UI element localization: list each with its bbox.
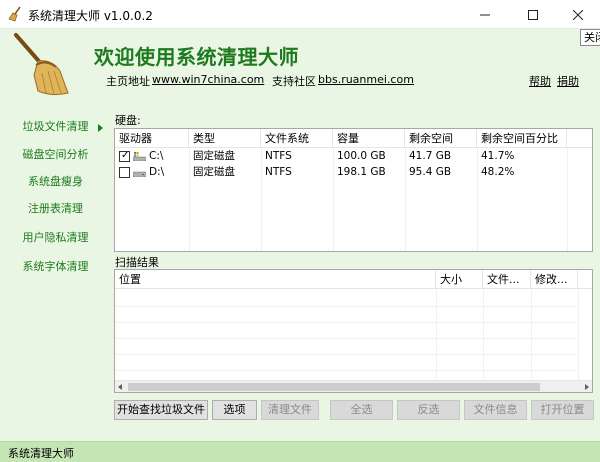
table-row[interactable]: ✓ C:\ 固定磁盘 NTFS 100.0 GB 41.7 GB 41.7% bbox=[115, 149, 592, 164]
disk-list[interactable]: 驱动器 类型 文件系统 容量 剩余空间 剩余空间百分比 ✓ C:\ 固定磁盘 N… bbox=[114, 128, 593, 252]
clean-files-button[interactable]: 清理文件 bbox=[261, 400, 319, 420]
sidebar-item-label: 磁盘空间分析 bbox=[22, 148, 89, 161]
grid-line bbox=[115, 306, 578, 307]
chevron-right-icon bbox=[98, 124, 103, 132]
grid-line bbox=[115, 338, 578, 339]
capacity-cell: 100.0 GB bbox=[337, 150, 386, 162]
drive-cell: C:\ bbox=[149, 150, 164, 162]
column-header-modified[interactable]: 修改... bbox=[531, 270, 578, 289]
community-link[interactable]: bbs.ruanmei.com bbox=[318, 73, 414, 86]
status-bar: 系统清理大师 bbox=[0, 441, 600, 462]
column-header-type[interactable]: 类型 bbox=[189, 129, 261, 148]
homepage-link[interactable]: www.win7china.com bbox=[152, 73, 264, 86]
help-link[interactable]: 帮助 bbox=[529, 73, 551, 89]
column-header-free-percent[interactable]: 剩余空间百分比 bbox=[477, 129, 567, 148]
sidebar-item-label: 系统盘瘦身 bbox=[28, 175, 83, 188]
table-row[interactable]: D:\ 固定磁盘 NTFS 198.1 GB 95.4 GB 48.2% bbox=[115, 165, 592, 180]
close-tooltip: 关闭 bbox=[580, 29, 600, 46]
column-header-file[interactable]: 文件... bbox=[483, 270, 531, 289]
grid-line bbox=[115, 354, 578, 355]
column-header-drive[interactable]: 驱动器 bbox=[115, 129, 189, 148]
close-button[interactable] bbox=[555, 0, 600, 29]
drive-cell: D:\ bbox=[149, 166, 165, 178]
welcome-heading: 欢迎使用系统清理大师 bbox=[94, 45, 299, 69]
disk-list-header: 驱动器 类型 文件系统 容量 剩余空间 剩余空间百分比 bbox=[115, 129, 592, 148]
scan-results-list[interactable]: 位置 大小 文件... 修改... bbox=[114, 269, 593, 393]
close-icon bbox=[572, 9, 583, 20]
homepage-label: 主页地址 bbox=[106, 75, 150, 88]
free-percent-cell: 41.7% bbox=[481, 150, 515, 162]
scroll-right-icon[interactable] bbox=[585, 384, 589, 390]
maximize-icon bbox=[528, 9, 538, 20]
broom-app-icon bbox=[8, 6, 21, 22]
window-title: 系统清理大师 v1.0.0.2 bbox=[28, 9, 153, 23]
grid-line bbox=[483, 289, 484, 381]
column-header-free[interactable]: 剩余空间 bbox=[405, 129, 477, 148]
status-text: 系统清理大师 bbox=[8, 447, 74, 460]
sidebar: 垃圾文件清理 磁盘空间分析 系统盘瘦身 注册表清理 用户隐私清理 系统字体清理 bbox=[0, 101, 111, 441]
options-button[interactable]: 选项 bbox=[212, 400, 257, 420]
minimize-button[interactable] bbox=[462, 0, 508, 29]
type-cell: 固定磁盘 bbox=[193, 166, 235, 178]
sidebar-item-label: 用户隐私清理 bbox=[22, 231, 89, 244]
grid-line bbox=[436, 289, 437, 381]
grid-line bbox=[531, 289, 532, 381]
free-cell: 95.4 GB bbox=[409, 166, 452, 178]
grid-line bbox=[115, 322, 578, 323]
drive-checkbox[interactable] bbox=[119, 167, 130, 178]
grid-line bbox=[578, 289, 579, 381]
title-bar: 系统清理大师 v1.0.0.2 bbox=[0, 0, 600, 29]
sidebar-item-label: 注册表清理 bbox=[28, 202, 83, 215]
sidebar-item-system-slim[interactable]: 系统盘瘦身 bbox=[0, 172, 111, 192]
horizontal-scrollbar[interactable] bbox=[115, 380, 592, 392]
type-cell: 固定磁盘 bbox=[193, 150, 235, 162]
sidebar-item-label: 垃圾文件清理 bbox=[22, 120, 89, 133]
column-header-size[interactable]: 大小 bbox=[436, 270, 483, 289]
column-header-capacity[interactable]: 容量 bbox=[333, 129, 405, 148]
checkmark-icon: ✓ bbox=[121, 150, 130, 161]
sidebar-item-fonts[interactable]: 系统字体清理 bbox=[0, 257, 111, 277]
sidebar-item-disk-analysis[interactable]: 磁盘空间分析 bbox=[0, 145, 111, 165]
sidebar-item-privacy[interactable]: 用户隐私清理 bbox=[0, 228, 111, 248]
results-section-label: 扫描结果 bbox=[115, 256, 159, 269]
column-header-filesystem[interactable]: 文件系统 bbox=[261, 129, 333, 148]
disk-section-label: 硬盘: bbox=[115, 114, 141, 127]
column-header-location[interactable]: 位置 bbox=[115, 270, 436, 289]
main-panel: 硬盘: 驱动器 类型 文件系统 容量 剩余空间 剩余空间百分比 ✓ C:\ 固定… bbox=[111, 101, 600, 441]
drive-checkbox[interactable]: ✓ bbox=[119, 150, 130, 162]
filesystem-cell: NTFS bbox=[265, 150, 292, 162]
broom-icon bbox=[14, 33, 69, 96]
sidebar-item-junk-cleanup[interactable]: 垃圾文件清理 bbox=[0, 117, 111, 137]
scrollbar-thumb[interactable] bbox=[128, 383, 540, 391]
free-percent-cell: 48.2% bbox=[481, 166, 515, 178]
start-scan-button[interactable]: 开始查找垃圾文件 bbox=[114, 400, 208, 420]
select-all-button[interactable]: 全选 bbox=[330, 400, 393, 420]
donate-link[interactable]: 捐助 bbox=[557, 73, 579, 89]
file-info-button[interactable]: 文件信息 bbox=[464, 400, 527, 420]
grid-line bbox=[115, 370, 578, 371]
community-label: 支持社区 bbox=[272, 75, 316, 88]
sidebar-item-registry[interactable]: 注册表清理 bbox=[0, 199, 111, 219]
invert-selection-button[interactable]: 反选 bbox=[397, 400, 460, 420]
results-list-header: 位置 大小 文件... 修改... bbox=[115, 270, 592, 289]
sidebar-item-label: 系统字体清理 bbox=[22, 260, 89, 273]
header-banner: 欢迎使用系统清理大师 主页地址 www.win7china.com 支持社区 b… bbox=[0, 29, 600, 101]
free-cell: 41.7 GB bbox=[409, 150, 452, 162]
maximize-button[interactable] bbox=[510, 0, 556, 29]
minimize-icon bbox=[480, 14, 490, 15]
capacity-cell: 198.1 GB bbox=[337, 166, 386, 178]
scroll-left-icon[interactable] bbox=[118, 384, 122, 390]
filesystem-cell: NTFS bbox=[265, 166, 292, 178]
open-location-button[interactable]: 打开位置 bbox=[531, 400, 594, 420]
